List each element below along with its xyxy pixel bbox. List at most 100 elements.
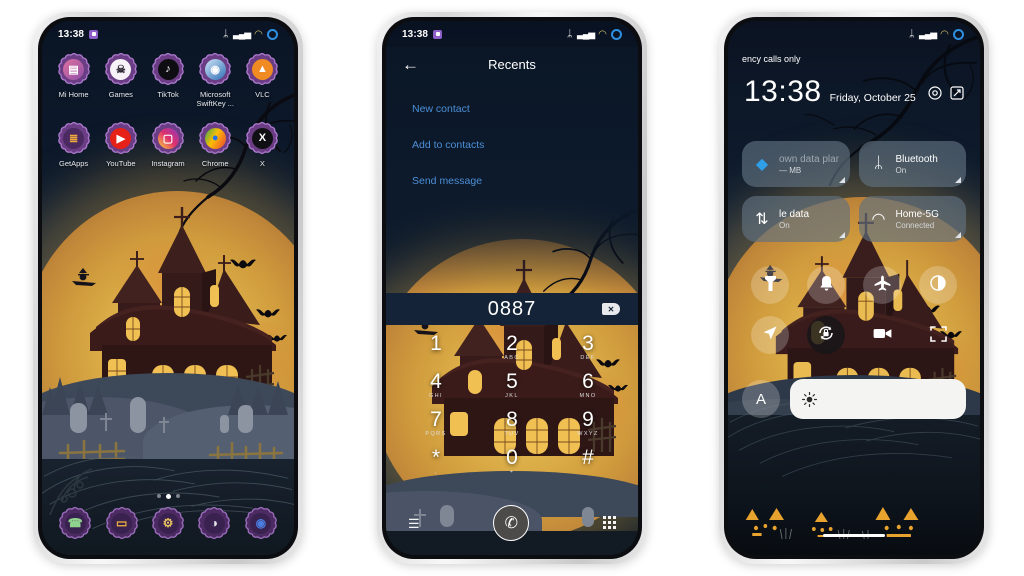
tile-title: le data	[779, 208, 810, 220]
dialpad-key-#[interactable]: #	[560, 447, 616, 475]
dialpad-letters: +	[509, 469, 515, 476]
dark-mode-toggle[interactable]	[919, 266, 957, 304]
dialpad-row: *, 0 + #	[408, 447, 616, 476]
dialpad-key-5[interactable]: 5 JKL	[484, 370, 540, 399]
dock-item-browser[interactable]: ◑	[191, 505, 237, 541]
tile-subtitle: On	[895, 165, 907, 175]
browser-dock-icon: ◑	[203, 512, 225, 534]
page-title: Recents	[488, 56, 536, 72]
keypad-grid-icon[interactable]	[603, 515, 616, 531]
rotation-lock-toggle[interactable]	[807, 316, 845, 354]
brightness-slider[interactable]	[790, 379, 966, 419]
dialpad-key-*[interactable]: *,	[408, 447, 464, 476]
app-icon-x[interactable]: XX	[239, 120, 286, 168]
app-icon-mi-home[interactable]: ▤ Mi Home	[50, 51, 97, 108]
app-icon-vlc[interactable]: ▲ VLC	[239, 51, 286, 108]
send-message-action[interactable]: Send message	[412, 175, 638, 187]
brightness-row: A	[728, 379, 980, 419]
tile-subtitle: On	[779, 220, 790, 230]
dialpad-digit: 2	[506, 332, 518, 355]
page-dot[interactable]	[165, 494, 171, 499]
dialpad-key-2[interactable]: 2 ABC	[484, 332, 540, 361]
sound-toggle[interactable]	[807, 266, 845, 304]
tile-text: Bluetooth On	[896, 154, 956, 175]
data-usage-tile[interactable]: ◆ own data plan — MB	[742, 141, 850, 187]
phone-1-screen: 13:38 ᛦ ▃▄▅ ◠ ▤ Mi Home ☠ Games ♪ TikTok ◉ M…	[42, 21, 294, 555]
airplane-mode-toggle[interactable]	[863, 266, 901, 304]
dock-item-settings[interactable]: ⚙	[145, 505, 191, 541]
video-camera-icon	[873, 327, 892, 344]
app-icon-games[interactable]: ☠ Games	[97, 51, 144, 108]
dialpad-key-9[interactable]: 9 WXYZ	[560, 409, 616, 438]
dock-icon-badge: ▭	[104, 505, 140, 541]
bluetooth-icon: ᛦ	[873, 155, 884, 172]
auto-brightness-toggle[interactable]: A	[742, 380, 780, 418]
tile-expand-corner[interactable]	[955, 232, 961, 238]
app-icon-chrome[interactable]: ● Chrome	[192, 120, 239, 168]
dialpad-key-7[interactable]: 7 PQRS	[408, 408, 464, 438]
dialpad-digit: 7	[430, 408, 442, 432]
app-icon-badge: X	[244, 120, 280, 156]
settings-gear-icon[interactable]	[928, 86, 942, 103]
dock-item-messages[interactable]: ▭	[98, 505, 144, 541]
x-twitter-icon: X	[251, 127, 273, 149]
mobile-data-tile[interactable]: ⇅ le data On	[742, 196, 850, 242]
carrier-status-row: ency calls only	[728, 47, 980, 71]
recents-list-icon[interactable]: ☰	[408, 517, 420, 530]
dialpad-key-4[interactable]: 4 GHI	[408, 370, 464, 399]
wifi-icon: ◠	[598, 28, 607, 40]
add-to-contacts-action[interactable]: Add to contacts	[412, 139, 638, 151]
dialpad-digit: 3	[582, 332, 594, 355]
bluetooth-icon: ᛦ	[222, 28, 229, 40]
dialpad-digit: 8	[506, 408, 518, 432]
edit-tiles-icon[interactable]	[950, 86, 964, 103]
app-icon-badge: ▶	[103, 120, 139, 156]
dock-item-camera[interactable]: ◉	[238, 505, 284, 541]
app-icon-badge: ▤	[56, 51, 92, 87]
bluetooth-tile[interactable]: ᛦ Bluetooth On	[858, 141, 966, 187]
flashlight-toggle[interactable]	[751, 266, 789, 304]
dialer-action-list: New contact Add to contacts Send message	[386, 81, 638, 187]
tile-title: own data plan	[779, 153, 839, 165]
app-icon-instagram[interactable]: ▢ Instagram	[144, 120, 191, 168]
location-toggle[interactable]	[751, 316, 789, 354]
dock-item-phone[interactable]: ☎	[52, 505, 98, 541]
ring-icon	[953, 28, 964, 40]
new-contact-action[interactable]: New contact	[412, 103, 638, 115]
home-gesture-bar[interactable]	[823, 534, 885, 537]
phone-2-bezel: 13:38 ᛦ ▃▄▅ ◠ ← Recents New contact Add …	[382, 17, 642, 559]
dock-icon-badge: ☎	[57, 505, 93, 541]
dialpad-key-0[interactable]: 0 +	[484, 447, 540, 476]
app-icon-getapps[interactable]: ≣ GetApps	[50, 120, 97, 168]
quick-settings-toggles	[728, 266, 980, 354]
bluetooth-icon: ᛦ	[566, 28, 573, 40]
screenshot-toggle[interactable]	[919, 316, 957, 354]
tile-expand-corner[interactable]	[838, 177, 845, 183]
call-button-icon[interactable]: ✆	[493, 505, 530, 541]
page-dot[interactable]	[156, 494, 161, 498]
dialpad: 1 2 ABC 3 DEF 4 GHI 5 JKL 6 MNO 7 PQRS 8 TUV 9 WXYZ *, 0 + #	[386, 332, 638, 485]
app-icon-label: Microsoft SwiftKey ...	[196, 90, 234, 109]
tile-expand-corner[interactable]	[955, 177, 961, 183]
tile-expand-corner[interactable]	[838, 232, 845, 238]
dialpad-key-8[interactable]: 8 TUV	[484, 408, 540, 438]
bell-icon	[819, 275, 834, 295]
dialpad-row: 7 PQRS 8 TUV 9 WXYZ	[408, 408, 616, 438]
wifi-tile[interactable]: ◠ Home-5G Connected	[858, 196, 966, 242]
dock: ☎ ▭ ⚙ ◑ ◉	[42, 505, 294, 541]
backspace-icon[interactable]: ✕	[602, 303, 620, 315]
quick-settings-tiles: ◆ own data plan — MB ᛦ Bluetooth On ⇅ le data On…	[728, 141, 980, 242]
app-icon-badge: ▢	[150, 120, 186, 156]
camera-dock-icon: ◉	[250, 512, 272, 534]
app-icon-microsoft-swiftkey[interactable]: ◉ Microsoft SwiftKey ...	[192, 51, 239, 108]
page-dot[interactable]	[175, 494, 180, 498]
phone-1-bezel: 13:38 ᛦ ▃▄▅ ◠ ▤ Mi Home ☠ Games ♪ TikTok ◉ M…	[38, 17, 298, 559]
dialpad-key-6[interactable]: 6 MNO	[560, 370, 616, 399]
mobile-data-arrows-icon: ⇅	[755, 211, 769, 228]
app-icon-youtube[interactable]: ▶ YouTube	[97, 120, 144, 168]
dialpad-key-3[interactable]: 3 DEF	[560, 332, 616, 361]
games-icon: ☠	[110, 58, 132, 80]
screen-recorder-toggle[interactable]	[863, 316, 901, 354]
dialpad-key-1[interactable]: 1	[408, 332, 464, 361]
app-icon-tiktok[interactable]: ♪ TikTok	[144, 51, 191, 108]
